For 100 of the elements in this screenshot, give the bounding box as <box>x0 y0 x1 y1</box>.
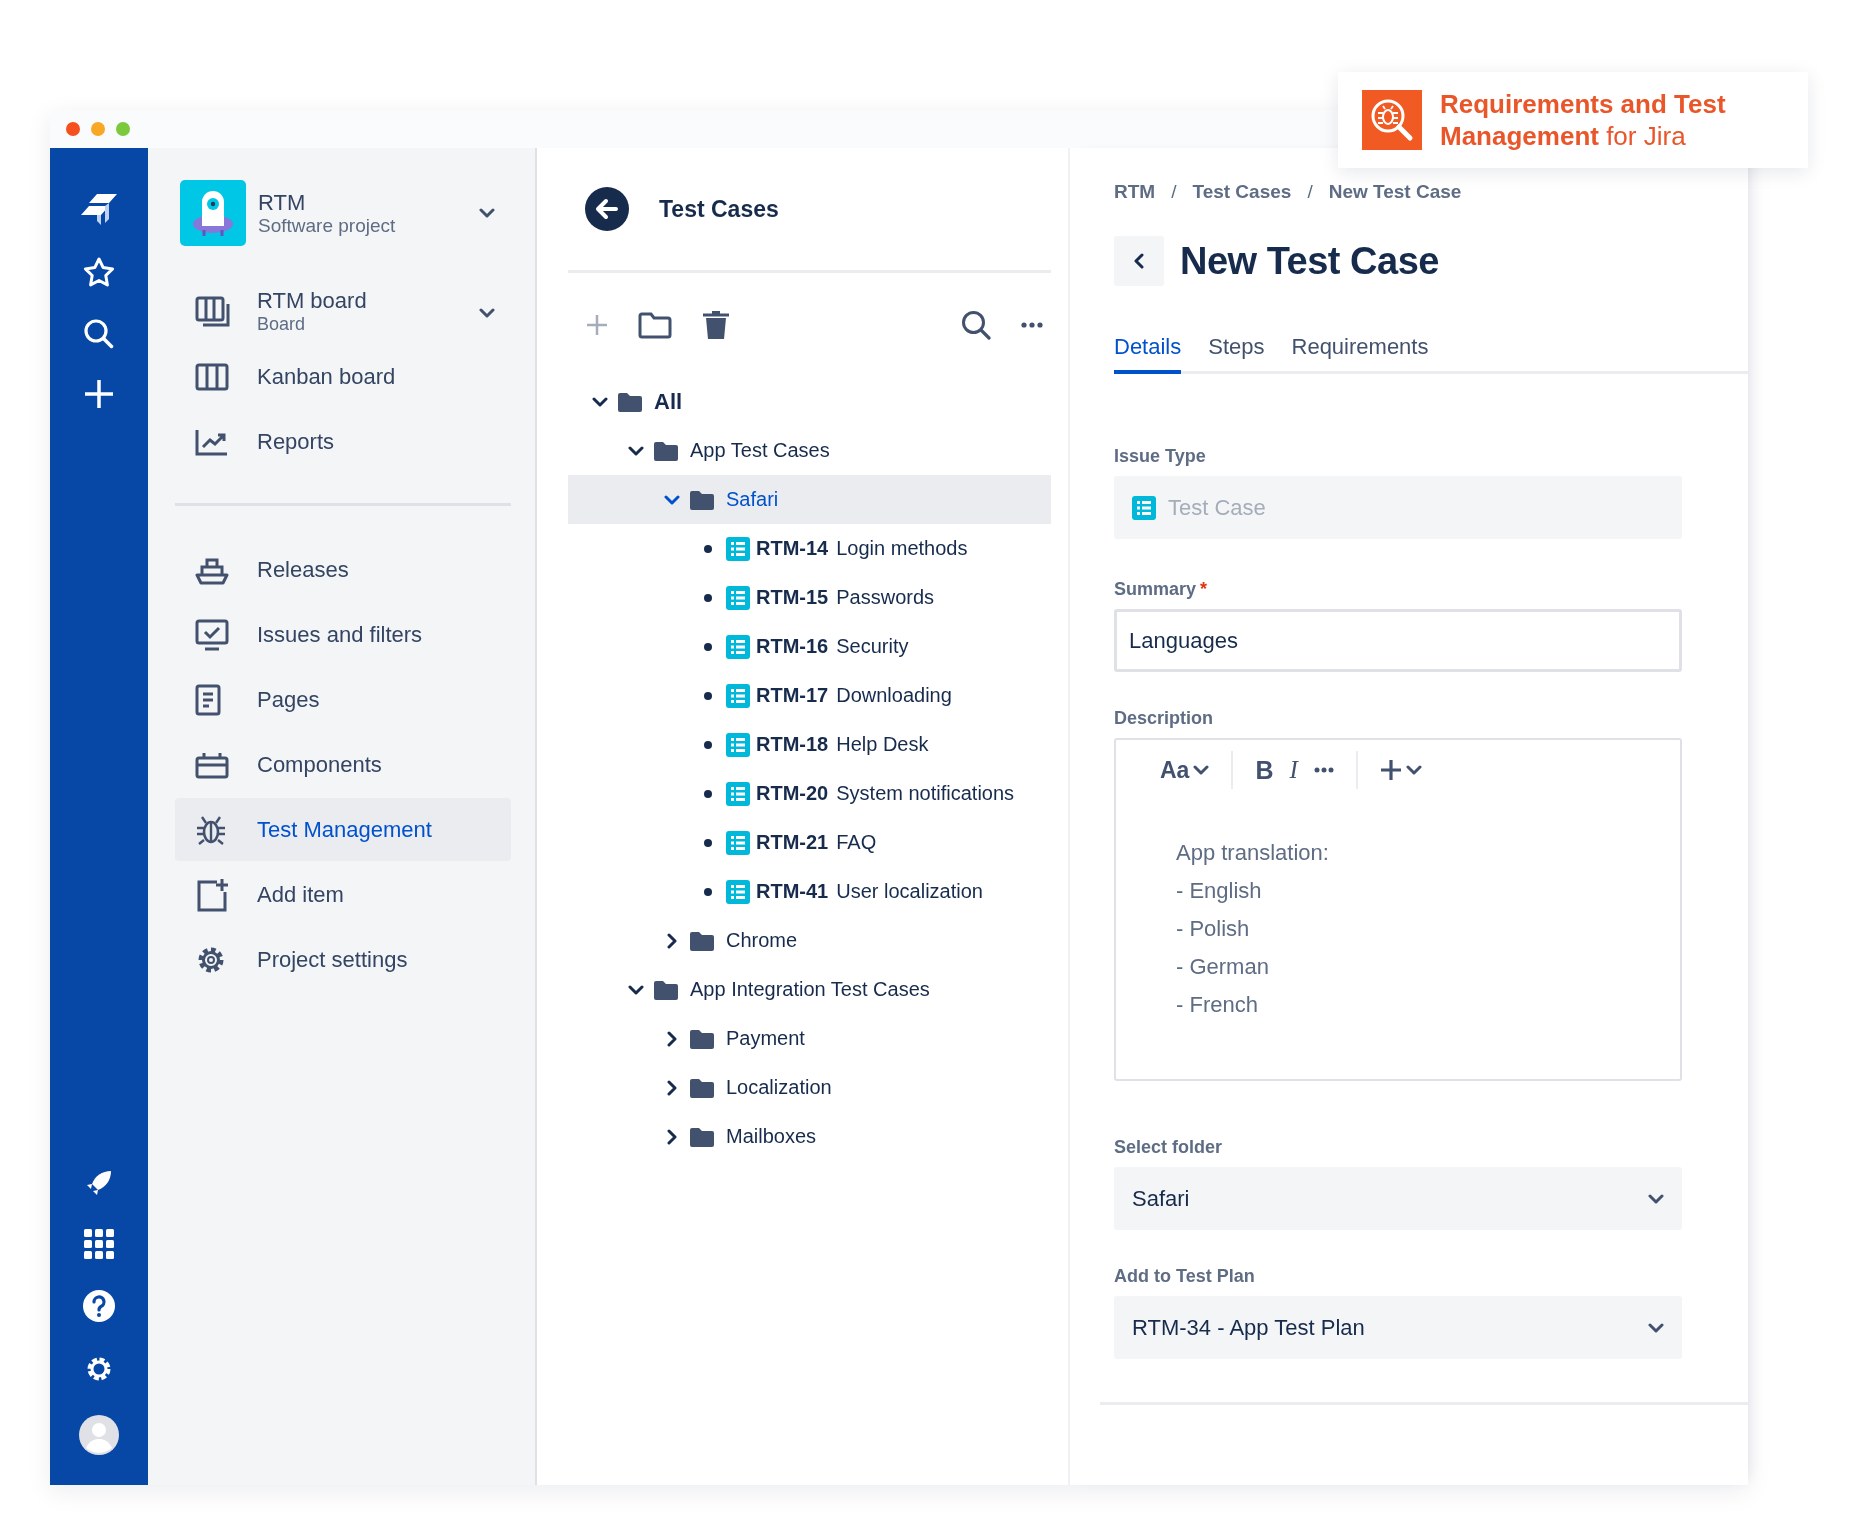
sidebar-item[interactable]: RTM board Board <box>175 280 473 343</box>
summary-field[interactable]: Languages <box>1114 609 1682 672</box>
more-icon[interactable] <box>1313 767 1334 773</box>
project-avatar-icon <box>180 180 246 246</box>
tree-item[interactable]: Localization <box>568 1063 1051 1112</box>
tree-item[interactable]: App Integration Test Cases <box>568 965 1051 1014</box>
text-style-button[interactable]: Aa <box>1152 756 1218 784</box>
bold-button[interactable]: B <box>1247 755 1282 785</box>
tree-item[interactable]: All <box>568 377 1051 426</box>
test-case-icon <box>726 536 750 561</box>
folder-icon <box>690 1077 714 1098</box>
tree-item[interactable]: RTM-41 User localization <box>568 867 1051 916</box>
chevron-right-icon[interactable] <box>667 1128 677 1145</box>
breadcrumb-link[interactable]: New Test Case <box>1328 181 1462 203</box>
sidebar-item[interactable]: Test Management <box>175 798 511 861</box>
tree-item[interactable]: App Test Cases <box>568 426 1051 475</box>
chevron-down-icon <box>1193 765 1210 775</box>
folder-icon <box>690 1126 714 1147</box>
description-editor[interactable]: Aa B I App translation: - English - Polish - German - French <box>1114 738 1682 1081</box>
chevron-down-icon[interactable] <box>479 208 495 218</box>
add-page-icon <box>195 877 229 912</box>
test-case-icon <box>726 781 750 806</box>
chevron-down-icon[interactable] <box>592 396 608 407</box>
test-case-icon <box>726 634 750 659</box>
app-grid-icon[interactable] <box>84 1229 114 1259</box>
bullet-icon <box>704 887 712 896</box>
trash-icon[interactable] <box>702 310 730 340</box>
tree-item[interactable]: Chrome <box>568 916 1051 965</box>
bullet-icon <box>704 740 712 749</box>
tree-item[interactable]: RTM-15 Passwords <box>568 573 1051 622</box>
bullet-icon <box>704 838 712 847</box>
chevron-down-icon[interactable] <box>628 445 644 456</box>
window-control-icon <box>66 122 80 136</box>
more-icon[interactable] <box>1021 322 1043 328</box>
tree-item[interactable]: Mailboxes <box>568 1112 1051 1161</box>
board-icon <box>195 295 231 328</box>
field-label: Add to Test Plan <box>1114 1266 1256 1287</box>
tree-item[interactable]: RTM-20 System notifications <box>568 769 1051 818</box>
folder-outline-icon[interactable] <box>638 311 672 339</box>
project-type: Software project <box>258 214 397 237</box>
chevron-down-icon <box>479 307 495 318</box>
chevron-left-icon <box>1134 253 1144 269</box>
columns-icon <box>195 362 229 391</box>
tree-item[interactable]: Safari <box>568 475 1051 524</box>
sidebar-item[interactable]: Reports <box>175 410 511 473</box>
bullet-icon <box>704 691 712 700</box>
project-name: RTM <box>258 189 307 215</box>
avatar-icon[interactable] <box>79 1415 119 1455</box>
field-label: Summary <box>1114 579 1197 599</box>
tree-item[interactable]: RTM-18 Help Desk <box>568 720 1051 769</box>
chevron-right-icon[interactable] <box>667 932 677 949</box>
box-icon <box>195 750 229 779</box>
italic-button[interactable]: I <box>1281 756 1306 784</box>
tree-item[interactable]: RTM-16 Security <box>568 622 1051 671</box>
back-button[interactable] <box>1114 236 1164 286</box>
tree-item[interactable]: Payment <box>568 1014 1051 1063</box>
search-icon[interactable] <box>83 318 115 350</box>
folder-icon <box>690 930 714 951</box>
folder-icon <box>618 391 642 412</box>
tab[interactable]: Requirements <box>1291 334 1429 374</box>
folder-icon <box>654 440 678 461</box>
breadcrumb-link[interactable]: RTM <box>1114 181 1156 203</box>
chevron-down-icon <box>1648 1193 1664 1204</box>
tab[interactable]: Details <box>1114 334 1182 374</box>
chevron-right-icon[interactable] <box>667 1030 677 1047</box>
help-icon[interactable] <box>82 1289 116 1323</box>
tree-item[interactable]: RTM-17 Downloading <box>568 671 1051 720</box>
field-label: Description <box>1114 708 1215 729</box>
sidebar-item[interactable]: Components <box>175 733 511 796</box>
product-name: Requirements and Test Management for Jira <box>1440 88 1727 152</box>
panel-title: Test Cases <box>659 195 779 223</box>
tree-item[interactable]: RTM-14 Login methods <box>568 524 1051 573</box>
search-icon[interactable] <box>961 310 991 340</box>
sidebar-item[interactable]: Kanban board <box>175 345 511 408</box>
folder-icon <box>654 979 678 1000</box>
field-label: Issue Type <box>1114 446 1207 467</box>
test-case-icon <box>726 585 750 610</box>
chart-icon <box>195 427 229 456</box>
bullet-icon <box>704 642 712 651</box>
tree-item[interactable]: RTM-21 FAQ <box>568 818 1051 867</box>
folder-icon <box>690 1028 714 1049</box>
folder-select[interactable]: Safari <box>1114 1167 1682 1230</box>
breadcrumb-link[interactable]: Test Cases <box>1192 181 1292 203</box>
sidebar-item[interactable]: Issues and filters <box>175 603 511 666</box>
chevron-right-icon[interactable] <box>667 1079 677 1096</box>
test-case-icon <box>1132 495 1156 520</box>
sidebar-item[interactable]: Releases <box>175 538 511 601</box>
test-case-icon <box>726 683 750 708</box>
test-case-icon <box>726 879 750 904</box>
field-label: Select folder <box>1114 1137 1224 1158</box>
bug-magnifier-icon <box>1362 90 1422 150</box>
sidebar-item[interactable]: Add item <box>175 863 511 926</box>
test-plan-select[interactable]: RTM-34 - App Test Plan <box>1114 1296 1682 1359</box>
required-mark: * <box>1200 579 1208 599</box>
chevron-down-icon[interactable] <box>628 984 644 995</box>
chevron-down-icon <box>1648 1322 1664 1333</box>
tab[interactable]: Steps <box>1208 334 1265 374</box>
sidebar-item[interactable]: Project settings <box>175 928 511 991</box>
sidebar-item[interactable]: Pages <box>175 668 511 731</box>
test-case-icon <box>726 732 750 757</box>
